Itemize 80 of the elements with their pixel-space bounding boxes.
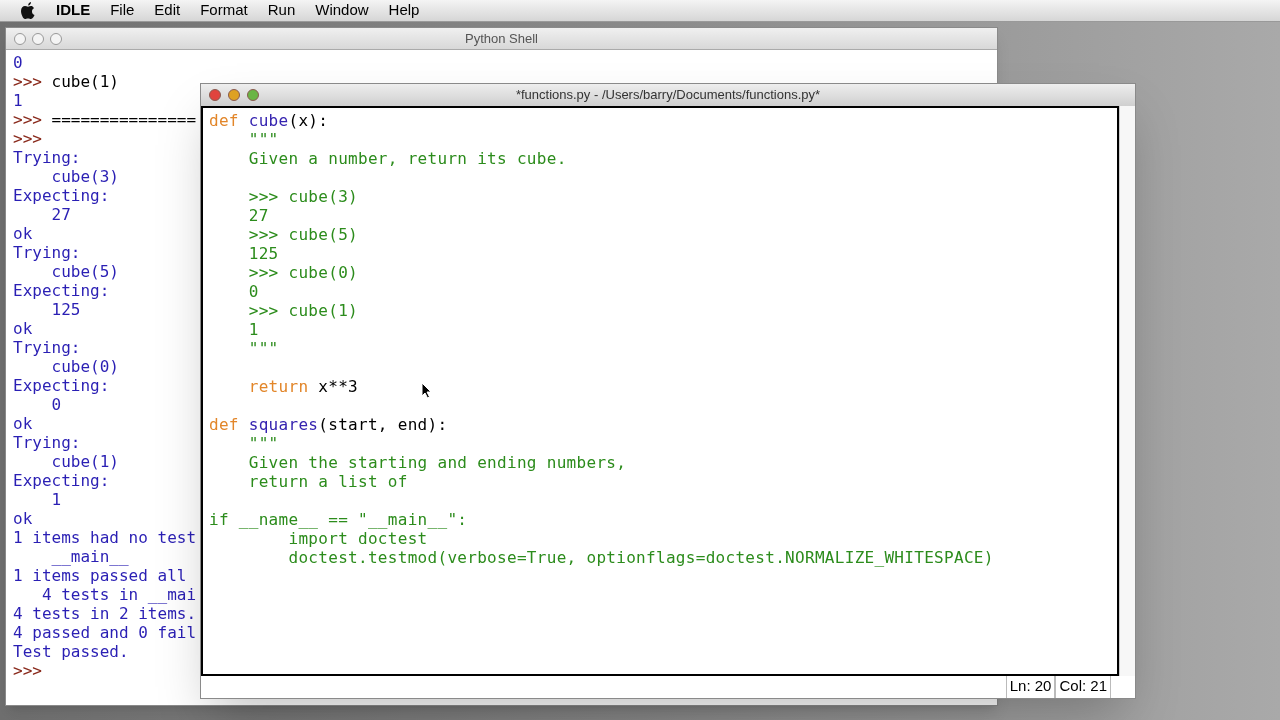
code-text: 1 items passed all (13, 566, 187, 585)
code-text: 125 (247, 244, 279, 263)
keyword: def (209, 415, 240, 434)
code-text: __main__ (50, 547, 129, 566)
code-text: 0 (13, 53, 23, 72)
zoom-button[interactable] (50, 33, 62, 45)
code-text: 1 (247, 320, 259, 339)
window-title: *functions.py - /Users/barry/Documents/functions.py* (515, 86, 821, 105)
keyword: return (247, 377, 309, 396)
prompt: >>> (13, 661, 42, 680)
code-text: ok (13, 319, 33, 338)
code-text: >>> cube(3) (247, 187, 358, 206)
window-title: Python Shell (465, 29, 538, 48)
prompt: >>> (13, 110, 43, 129)
prompt: >>> (13, 72, 43, 91)
code-text: if __name__ == "__main__": (209, 510, 468, 529)
code-text: 27 (50, 205, 71, 224)
minimize-button[interactable] (228, 89, 240, 101)
code-text: cube (248, 111, 289, 130)
code-text: Trying: (13, 148, 81, 167)
code-text: (start, end): (318, 415, 448, 434)
code-text: cube(1) (51, 72, 119, 91)
menu-item[interactable]: File (110, 0, 135, 22)
code-text: 4 tests in 2 items. (13, 604, 197, 623)
code-text: Trying: (13, 433, 81, 452)
code-text: Given the starting and ending numbers, (247, 453, 627, 472)
prompt: >>> (13, 129, 42, 148)
close-button[interactable] (14, 33, 26, 45)
code-text: 0 (247, 282, 259, 301)
code-text: """ (247, 339, 279, 358)
code-text: doctest.testmod(verbose=True, optionflags=doctest.NORMALIZE_WHITESPACE) (287, 548, 994, 567)
menu-item[interactable]: Format (200, 0, 248, 22)
code-text: 1 items had no test (13, 528, 197, 547)
code-text: return a list of (247, 472, 408, 491)
code-text: cube(1) (50, 452, 119, 471)
code-text: cube(0) (50, 357, 119, 376)
status-text: Ln: 20 (1005, 676, 1056, 698)
code-text: cube(5) (50, 262, 119, 281)
code-text: 27 (247, 206, 269, 225)
code-text: >>> cube(5) (247, 225, 358, 244)
code-text: ok (13, 224, 33, 243)
code-text: x**3 (317, 377, 358, 396)
status-text: Col: 21 (1055, 676, 1111, 698)
menu-item[interactable]: Edit (154, 0, 181, 22)
code-text: 0 (50, 395, 62, 414)
code-text: ok (13, 509, 33, 528)
code-text: ok (13, 414, 33, 433)
code-text: Expecting: (13, 471, 110, 490)
code-text: 4 passed and 0 fail (13, 623, 197, 642)
code-text: (x): (288, 111, 329, 130)
code-text: Test passed. (13, 642, 129, 661)
code-text: 125 (50, 300, 81, 319)
code-text: cube(3) (50, 167, 119, 186)
code-text: =============== (51, 110, 197, 129)
code-text: """ (247, 434, 279, 453)
app-menu[interactable]: IDLE (56, 0, 91, 22)
code-text: Expecting: (13, 186, 110, 205)
code-text: >>> cube(0) (247, 263, 358, 282)
code-text: 4 tests in __mai (40, 585, 197, 604)
code-text: >>> cube(1) (247, 301, 358, 320)
code-text: Expecting: (13, 376, 110, 395)
code-text: Given a number, return its cube. (247, 149, 567, 168)
menu-item[interactable]: Help (388, 0, 420, 22)
mouse-pointer-icon (421, 382, 432, 399)
code-text: """ (247, 130, 279, 149)
code-text: squares (248, 415, 319, 434)
apple-icon[interactable] (20, 1, 36, 20)
code-text: import doctest (287, 529, 428, 548)
close-button[interactable] (209, 89, 221, 101)
minimize-button[interactable] (32, 33, 44, 45)
keyword: def (209, 111, 240, 130)
code-text: Expecting: (13, 281, 110, 300)
code-text: 1 (13, 91, 23, 110)
code-text: Trying: (13, 243, 81, 262)
menu-item[interactable]: Window (315, 0, 369, 22)
menu-item[interactable]: Run (267, 0, 296, 22)
zoom-button[interactable] (247, 89, 259, 101)
code-text: 1 (50, 490, 62, 509)
scroll-bar[interactable] (1119, 106, 1135, 676)
code-text: Trying: (13, 338, 81, 357)
